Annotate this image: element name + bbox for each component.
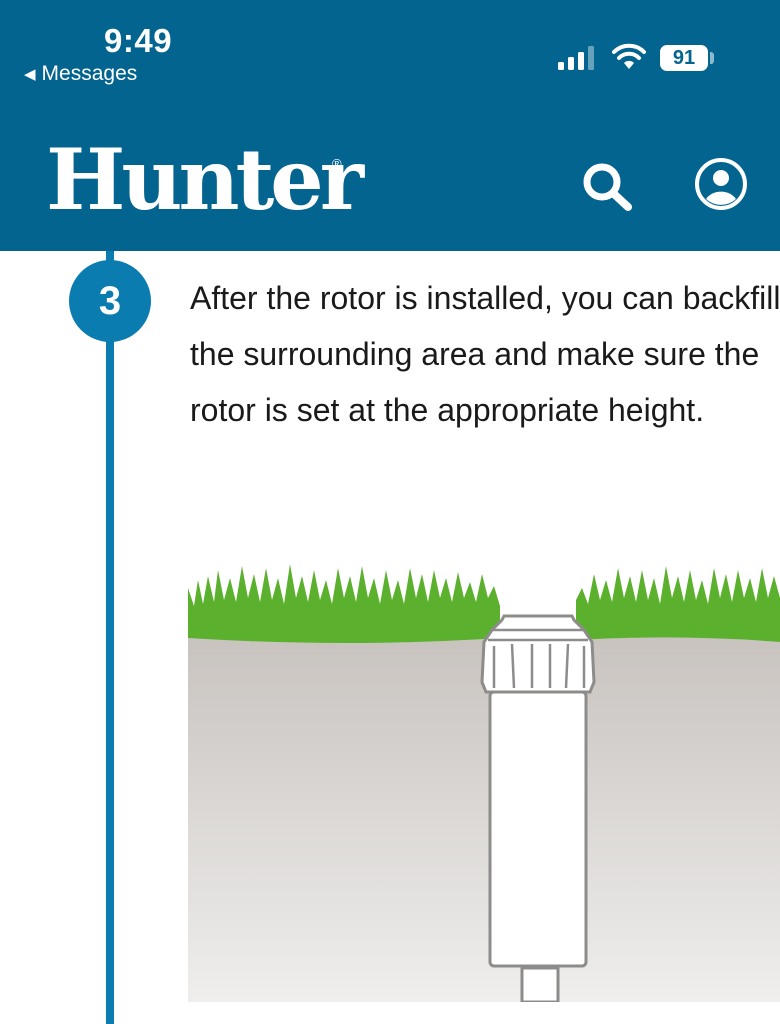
step-number-badge: 3 — [69, 260, 151, 342]
grass-right — [576, 566, 780, 642]
step-description: After the rotor is installed, you can ba… — [190, 280, 780, 428]
hunter-logo[interactable]: Hunter — [46, 138, 364, 222]
search-icon[interactable] — [580, 160, 634, 212]
account-icon[interactable] — [694, 157, 748, 211]
battery-indicator: 91 — [660, 45, 708, 71]
battery-nub — [710, 52, 714, 64]
timeline-line — [106, 251, 114, 1024]
rotor-pipe — [520, 966, 560, 1002]
rotor-installation-illustration — [188, 564, 780, 1002]
grass-left — [188, 564, 500, 643]
rotor-body — [488, 690, 588, 968]
rotor-cap — [480, 614, 596, 694]
app-header: 9:49 ◀ Messages 91 Hunter ® — [0, 0, 780, 251]
back-arrow-icon: ◀ — [24, 65, 36, 83]
cellular-signal-icon — [558, 46, 594, 70]
back-to-messages-link[interactable]: ◀ Messages — [24, 62, 137, 86]
registered-mark: ® — [332, 156, 342, 171]
wifi-icon — [612, 43, 646, 69]
back-link-label: Messages — [41, 62, 138, 85]
status-time: 9:49 — [104, 22, 173, 59]
